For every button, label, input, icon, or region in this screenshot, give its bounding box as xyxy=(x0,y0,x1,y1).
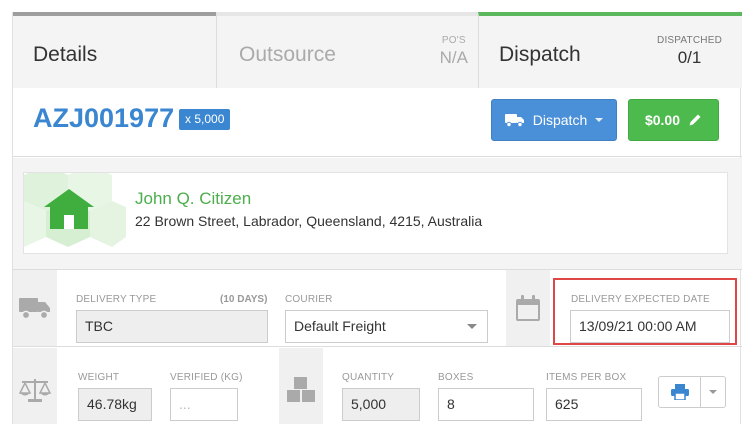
address-section: John Q. Citizen 22 Brown Street, Labrado… xyxy=(13,158,742,270)
print-button[interactable] xyxy=(659,377,701,407)
delivery-type-note: (10 DAYS) xyxy=(220,294,268,305)
boxes-field[interactable]: 8 xyxy=(438,388,534,421)
pos-label: PO'S xyxy=(441,35,466,46)
courier-label: COURIER xyxy=(285,294,333,305)
delivery-type-label: DELIVERY TYPE xyxy=(76,294,157,305)
tab-dispatch[interactable]: Dispatch DISPATCHED 0/1 xyxy=(478,12,742,88)
recipient-name: John Q. Citizen xyxy=(135,189,252,208)
delivery-icon-cell xyxy=(13,270,57,346)
verified-label: VERIFIED (KG) xyxy=(170,372,243,383)
dispatched-count: DISPATCHED 0/1 xyxy=(657,35,722,68)
boxes-icon-cell xyxy=(279,348,323,424)
address-card[interactable]: John Q. Citizen 22 Brown Street, Labrado… xyxy=(23,172,728,254)
print-button-group xyxy=(658,376,726,408)
highlight-box xyxy=(553,278,737,345)
delivery-type-field[interactable]: TBC xyxy=(76,310,268,343)
weight-label: WEIGHT xyxy=(78,372,120,383)
calendar-icon-cell xyxy=(506,270,550,346)
dispatch-button[interactable]: Dispatch xyxy=(491,99,617,141)
delivery-row: DELIVERY TYPE (10 DAYS) TBC COURIER Defa… xyxy=(13,270,742,347)
courier-select-value: Default Freight xyxy=(294,318,386,334)
print-options-dropdown[interactable] xyxy=(701,377,725,407)
job-id[interactable]: AZJ001977 xyxy=(33,103,174,134)
quantity-label: QUANTITY xyxy=(342,372,395,383)
dispatched-value: 0/1 xyxy=(677,48,702,67)
pos-count: PO'S N/A xyxy=(440,35,468,68)
chevron-down-icon xyxy=(467,324,477,329)
job-header: AZJ001977 x 5,000 Dispatch $0.00 xyxy=(13,89,742,157)
price-button-label: $0.00 xyxy=(644,112,681,128)
dispatch-button-label: Dispatch xyxy=(532,112,588,128)
tab-outsource[interactable]: Outsource PO'S N/A xyxy=(216,12,478,88)
boxes-icon xyxy=(287,377,315,402)
delivery-truck-icon xyxy=(19,298,50,320)
recipient-address: 22 Brown Street, Labrador, Queensland, 4… xyxy=(135,213,483,229)
house-icon xyxy=(24,173,126,247)
weight-icon-cell xyxy=(13,348,57,424)
dispatched-label: DISPATCHED xyxy=(657,35,722,46)
tab-details-label: Details xyxy=(33,43,98,66)
verified-field[interactable]: ... xyxy=(170,388,238,421)
tab-details[interactable]: Details xyxy=(13,12,216,88)
courier-select[interactable]: Default Freight xyxy=(285,310,488,343)
tab-dispatch-label: Dispatch xyxy=(499,43,581,66)
quantity-field[interactable]: 5,000 xyxy=(342,388,420,421)
tab-outsource-label: Outsource xyxy=(239,43,336,66)
quantity-badge: x 5,000 xyxy=(179,109,231,130)
price-button[interactable]: $0.00 xyxy=(628,99,719,141)
items-per-box-field[interactable]: 625 xyxy=(546,388,642,421)
items-per-box-label: ITEMS PER BOX xyxy=(546,372,627,383)
calendar-icon xyxy=(516,295,540,321)
pos-value: N/A xyxy=(439,48,468,67)
pencil-icon xyxy=(689,114,701,126)
weight-field[interactable]: 46.78kg xyxy=(78,388,152,421)
job-panel: Details Outsource PO'S N/A Dispatch DISP… xyxy=(12,12,742,424)
scale-icon xyxy=(19,379,51,402)
tab-bar: Details Outsource PO'S N/A Dispatch DISP… xyxy=(13,12,742,88)
boxes-label: BOXES xyxy=(438,372,474,383)
package-row: WEIGHT 46.78kg VERIFIED (KG) ... QUANTIT… xyxy=(13,348,742,424)
caret-down-icon xyxy=(595,118,604,122)
truck-icon xyxy=(504,114,524,127)
caret-down-icon xyxy=(709,390,717,394)
printer-icon xyxy=(670,384,689,400)
